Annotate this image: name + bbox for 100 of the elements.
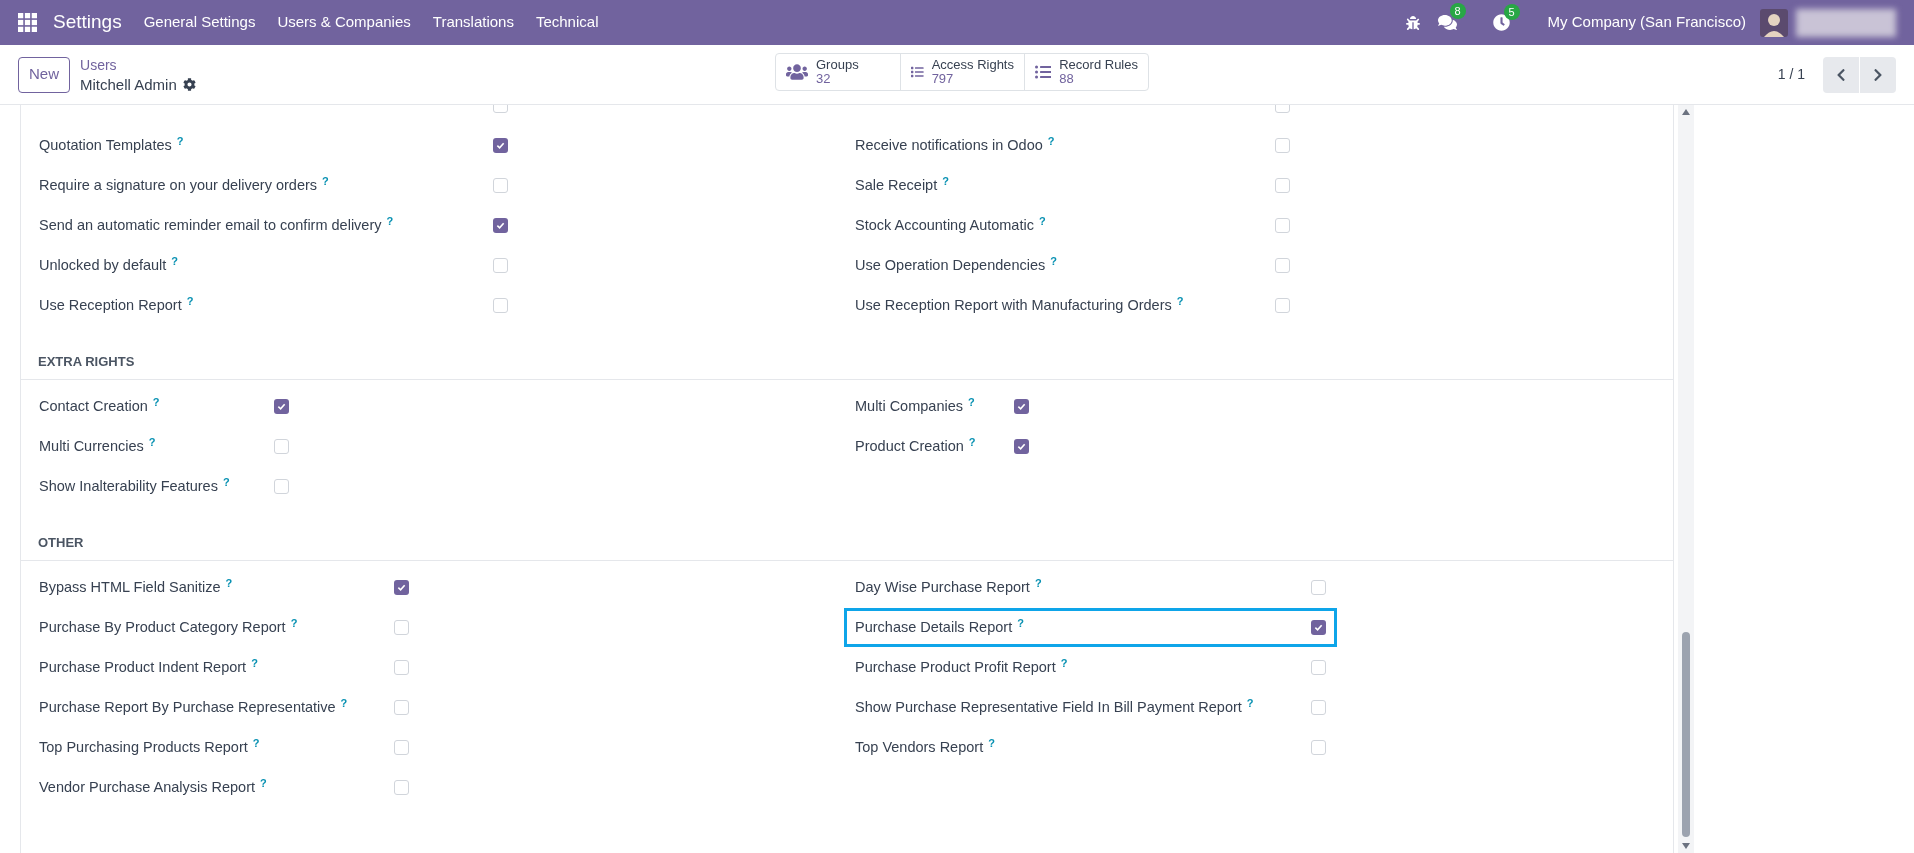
new-button[interactable]: New — [18, 56, 70, 93]
next-button[interactable] — [1860, 56, 1896, 93]
setting-label: Stock Accounting Automatic — [855, 216, 1034, 234]
setting-label: Send an automatic reminder email to confirm delivery — [39, 216, 382, 234]
checkbox[interactable] — [394, 619, 409, 635]
check-icon — [277, 401, 286, 411]
setting-label: Sale Receipt — [855, 176, 938, 194]
checkbox[interactable] — [1311, 659, 1326, 675]
checkbox[interactable] — [493, 177, 508, 193]
help-link[interactable]: ? — [225, 578, 233, 589]
apps-menu-icon[interactable] — [18, 13, 37, 32]
menu-item[interactable]: Translations — [432, 11, 514, 34]
help-link[interactable]: ? — [322, 176, 329, 187]
help-link[interactable]: ? — [186, 296, 194, 307]
checkbox[interactable] — [1275, 137, 1290, 153]
setting-label: Show Inalterability Features — [39, 477, 218, 495]
help-link[interactable]: ? — [386, 216, 394, 227]
gear-icon[interactable] — [182, 77, 196, 91]
check-icon — [496, 140, 505, 150]
help-link[interactable]: ? — [968, 437, 976, 448]
help-link[interactable]: ? — [340, 698, 348, 709]
help-link[interactable]: ? — [222, 477, 230, 488]
checkbox[interactable] — [1311, 739, 1326, 755]
checkbox[interactable] — [1275, 297, 1290, 313]
help-link[interactable]: ? — [1050, 256, 1057, 267]
setting-label: Day Wise Purchase Report — [855, 578, 1030, 596]
setting-label: Purchase By Product Category Report — [39, 618, 286, 636]
checkbox[interactable] — [1275, 177, 1290, 193]
help-link[interactable]: ? — [251, 658, 258, 669]
help-link[interactable]: ? — [290, 618, 298, 629]
checkbox[interactable] — [1275, 257, 1290, 273]
help-link[interactable]: ? — [1060, 658, 1068, 669]
checkbox[interactable] — [394, 659, 409, 675]
checkbox[interactable] — [394, 699, 409, 715]
help-link[interactable]: ? — [1246, 698, 1254, 709]
checkbox[interactable] — [394, 779, 409, 795]
avatar[interactable] — [1760, 8, 1788, 37]
checkbox[interactable] — [493, 257, 508, 273]
notification-badge: 8 — [1449, 3, 1466, 19]
checkbox[interactable] — [274, 438, 289, 454]
menu-item[interactable]: Users & Companies — [277, 11, 411, 34]
company-switcher[interactable]: My Company (San Francisco) — [1547, 11, 1746, 34]
pager-value[interactable]: 1 / 1 — [1777, 64, 1805, 85]
help-link[interactable]: ? — [988, 738, 995, 749]
help-link[interactable]: ? — [176, 136, 184, 147]
bug-icon[interactable] — [1405, 15, 1420, 30]
breadcrumb-link[interactable]: Users — [80, 55, 196, 75]
help-link[interactable]: ? — [1047, 136, 1055, 147]
menu-item[interactable]: Technical — [535, 11, 599, 34]
checkbox[interactable] — [1014, 398, 1029, 414]
setting-label: Product Creation — [855, 437, 964, 455]
chat-icon[interactable] — [1437, 13, 1457, 32]
stat-button[interactable]: Access Rights 797 — [900, 54, 1024, 90]
checkbox[interactable] — [493, 137, 508, 153]
checkbox[interactable] — [493, 217, 508, 233]
checkbox[interactable] — [1275, 217, 1290, 233]
help-link[interactable]: ? — [942, 176, 949, 187]
scroll-up-icon[interactable] — [1682, 109, 1690, 115]
checkbox[interactable] — [493, 297, 508, 313]
users-icon — [786, 61, 808, 83]
checkbox[interactable] — [1014, 438, 1029, 454]
help-link[interactable]: ? — [1176, 296, 1184, 307]
check-icon — [1017, 441, 1026, 451]
help-link[interactable]: ? — [1034, 578, 1042, 589]
setting-label: Unlocked by default — [39, 256, 167, 274]
check-icon — [496, 220, 505, 230]
help-link[interactable]: ? — [252, 738, 260, 749]
check-icon — [1314, 622, 1323, 632]
help-link[interactable]: ? — [152, 397, 160, 408]
previous-button[interactable] — [1823, 56, 1859, 93]
setting-label: Top Vendors Report — [855, 738, 984, 756]
setting-label: Quotation Templates — [39, 136, 172, 154]
stat-button[interactable]: Record Rules 88 — [1024, 54, 1148, 90]
help-link[interactable]: ? — [968, 397, 975, 408]
setting-label: Top Purchasing Products Report — [39, 738, 248, 756]
checkbox[interactable] — [1311, 619, 1326, 635]
scrollbar[interactable] — [1678, 105, 1694, 853]
checkbox[interactable] — [1311, 579, 1326, 595]
setting-label: Show Purchase Representative Field In Bill Payment Report — [855, 698, 1242, 716]
help-link[interactable]: ? — [1017, 618, 1024, 629]
clock-icon[interactable] — [1492, 14, 1510, 31]
checkbox[interactable] — [1311, 699, 1326, 715]
help-link[interactable]: ? — [148, 437, 156, 448]
help-link[interactable]: ? — [1038, 216, 1046, 227]
checkbox[interactable] — [274, 478, 289, 494]
check-icon — [397, 582, 406, 592]
setting-label: Multi Companies — [855, 397, 963, 415]
stat-button[interactable]: Groups 32 — [776, 54, 900, 90]
app-title[interactable]: Settings — [53, 8, 122, 37]
scrollbar-thumb[interactable] — [1682, 632, 1690, 837]
checkbox[interactable] — [274, 398, 289, 414]
help-link[interactable]: ? — [171, 256, 179, 267]
help-link[interactable]: ? — [260, 778, 267, 789]
setting-label: Use Reception Report with Manufacturing Orders — [855, 296, 1172, 314]
checkbox[interactable] — [394, 739, 409, 755]
scroll-down-icon[interactable] — [1682, 843, 1690, 849]
menu-item[interactable]: General Settings — [143, 11, 256, 34]
setting-label: Purchase Report By Purchase Representative — [39, 698, 336, 716]
checkbox[interactable] — [394, 579, 409, 595]
section-title: OTHER — [38, 535, 84, 550]
